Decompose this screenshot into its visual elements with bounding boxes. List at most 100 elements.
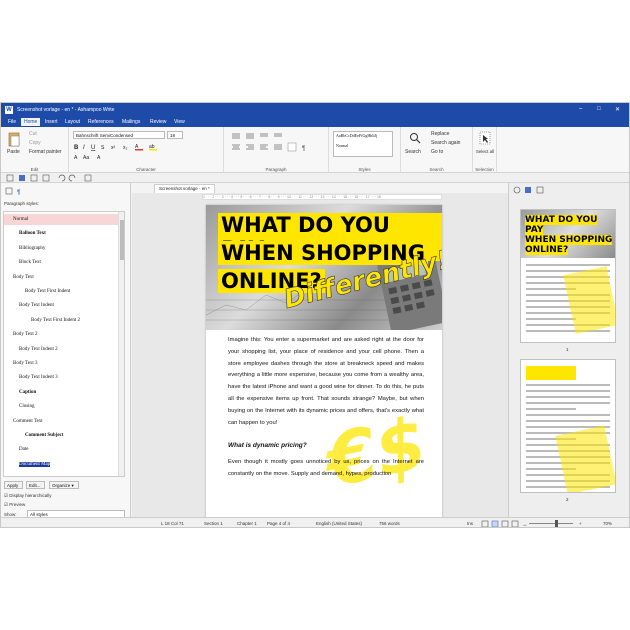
style-item[interactable]: Body Text First Indent: [4, 286, 119, 297]
app-logo-icon: W: [5, 106, 13, 114]
go-to-button[interactable]: Go to: [431, 149, 443, 155]
style-item-label: Body Text 2: [13, 332, 38, 338]
search-button[interactable]: Search: [405, 149, 421, 155]
replace-button[interactable]: Replace: [431, 131, 449, 137]
status-insert-mode[interactable]: Ins: [467, 521, 473, 526]
search-group: Search Replace Search again Go to Search: [401, 127, 473, 173]
svg-text:A: A: [97, 155, 101, 161]
style-item-label: Balloon Text: [19, 231, 46, 237]
thumbnail-text-line: [526, 390, 610, 392]
style-item[interactable]: Body Text Indent 3: [4, 372, 119, 383]
font-effects-icons[interactable]: A Aa A: [73, 153, 219, 161]
document-tab[interactable]: Screenshot vorlage - en *: [154, 184, 215, 193]
styles-group: AaBbCcDdEeFfGgHhIiJj Normal Styles: [329, 127, 401, 173]
status-language[interactable]: English (United States): [316, 521, 362, 526]
svg-text:S: S: [101, 145, 105, 151]
style-item[interactable]: Date: [4, 444, 119, 455]
document-area[interactable]: Screenshot vorlage - en * 1 · · · 2 · · …: [132, 183, 508, 517]
style-item-label: Document Map: [19, 461, 51, 467]
preview-checkbox[interactable]: ☑ Preview: [4, 502, 25, 508]
subheading[interactable]: What is dynamic pricing?: [228, 442, 307, 449]
menu-references[interactable]: References: [85, 118, 117, 126]
display-hierarchically-checkbox[interactable]: ☑ Display hierarchically: [4, 493, 52, 499]
styles-gallery[interactable]: AaBbCcDdEeFfGgHhIiJj Normal: [333, 131, 393, 157]
style-item[interactable]: Body Text Indent: [4, 300, 119, 311]
body-paragraph-2[interactable]: Even though it mostly goes unnoticed by …: [228, 457, 424, 481]
copy-button[interactable]: Copy: [29, 140, 41, 146]
font-size-select[interactable]: 18: [167, 131, 183, 139]
ruler[interactable]: 1 · · · 2 · · · 3 · · · 4 · · · 5 · · · …: [202, 194, 442, 200]
font-family-select[interactable]: Bahnschrift SemiCondensed: [73, 131, 165, 139]
thumbnail-page-1[interactable]: WHAT DO YOU PAY WHEN SHOPPING ONLINE?: [520, 209, 616, 343]
thumbnail-text-line: [526, 264, 610, 266]
style-item[interactable]: Normal: [4, 214, 119, 225]
menu-home[interactable]: Home: [21, 118, 41, 126]
thumbnail-text-line: [526, 396, 610, 398]
paragraph-group-label: Paragraph: [265, 167, 287, 172]
thumbnail-page-2[interactable]: [520, 359, 616, 493]
style-item-label: Date: [19, 447, 29, 453]
menu-mailings[interactable]: Mailings: [119, 118, 143, 126]
style-item[interactable]: Caption: [4, 387, 119, 398]
organize-button[interactable]: Organize ▾: [49, 481, 79, 489]
style-item[interactable]: Balloon Text: [4, 228, 119, 239]
svg-text:ab: ab: [149, 144, 155, 150]
character-group: Bahnschrift SemiCondensed 18 B I U S x² …: [69, 127, 224, 173]
apply-button[interactable]: Apply: [4, 481, 23, 489]
thumbnail-headline-3: ONLINE?: [525, 245, 569, 255]
view-mode-icons[interactable]: −: [481, 520, 541, 528]
close-button[interactable]: ✕: [615, 106, 620, 113]
menu-review[interactable]: Review: [147, 118, 169, 126]
sidebar-tab-icons[interactable]: ¶: [5, 187, 35, 195]
menu-view[interactable]: View: [171, 118, 188, 126]
organize-label: Organize: [52, 483, 71, 488]
style-item[interactable]: Bibliography: [4, 243, 119, 254]
styles-scrollbar[interactable]: [118, 212, 124, 476]
search-again-button[interactable]: Search again: [431, 140, 460, 146]
character-format-icons[interactable]: B I U S x² x₂ A ab: [73, 143, 219, 151]
thumbnail-text-line: [526, 330, 610, 332]
menu-layout[interactable]: Layout: [62, 118, 83, 126]
zoom-slider-thumb[interactable]: [555, 520, 558, 527]
style-item[interactable]: Body Text 3: [4, 358, 119, 369]
select-all-icon[interactable]: [479, 131, 491, 145]
style-item[interactable]: Block Text: [4, 257, 119, 268]
style-item[interactable]: Closing: [4, 401, 119, 412]
menu-insert[interactable]: Insert: [42, 118, 61, 126]
maximize-button[interactable]: □: [597, 106, 601, 112]
document-page[interactable]: WHAT DO YOU PAY WHEN SHOPPING ONLINE? Di…: [206, 205, 442, 517]
edit-style-button[interactable]: Edit...: [26, 481, 45, 489]
thumbnail-text-line: [526, 408, 576, 410]
title-bar: W Screenshot vorlage - en * - Ashampoo W…: [1, 103, 629, 117]
style-item[interactable]: Comment Text: [4, 416, 119, 427]
styles-sidebar: ¶ Paragraph styles: Normal Balloon Text Bi…: [1, 183, 131, 518]
thumbnail-text-line: [526, 384, 610, 386]
style-item[interactable]: Body Text First Indent 2: [4, 315, 119, 326]
style-item[interactable]: Body Text 2: [4, 329, 119, 340]
select-all-button[interactable]: Select all: [475, 149, 495, 154]
zoom-level[interactable]: 70%: [603, 521, 612, 526]
search-icon[interactable]: [409, 132, 421, 144]
style-item[interactable]: Document Map: [4, 459, 119, 470]
styles-list[interactable]: Normal Balloon Text Bibliography Block Text…: [3, 211, 125, 477]
style-item-label: Body Text First Indent: [25, 289, 71, 294]
paragraph-group: ¶ Paragraph: [224, 127, 329, 173]
format-painter-button[interactable]: Format painter: [29, 149, 62, 155]
thumbnail-headline-1: WHAT DO YOU PAY: [525, 215, 598, 235]
minimize-button[interactable]: –: [579, 106, 582, 112]
zoom-in-icon[interactable]: +: [579, 521, 582, 526]
body-paragraph-1[interactable]: Imagine this: You enter a supermarket an…: [228, 335, 424, 429]
thumbnail-panel-icons[interactable]: [513, 186, 553, 194]
style-item[interactable]: Body Text Indent 2: [4, 344, 119, 355]
style-item[interactable]: Comment Subject: [4, 430, 119, 441]
toolbar-icons[interactable]: [5, 174, 125, 182]
style-item[interactable]: Body Text: [4, 272, 119, 283]
search-group-label: Search: [429, 167, 444, 172]
paragraph-format-icons[interactable]: ¶: [230, 131, 324, 161]
zoom-slider[interactable]: [529, 520, 573, 527]
menu-file[interactable]: File: [5, 118, 19, 126]
cut-button[interactable]: Cut: [29, 131, 37, 137]
paste-button[interactable]: Paste: [7, 149, 20, 155]
paste-icon[interactable]: [7, 131, 21, 147]
svg-text:¶: ¶: [302, 146, 305, 152]
